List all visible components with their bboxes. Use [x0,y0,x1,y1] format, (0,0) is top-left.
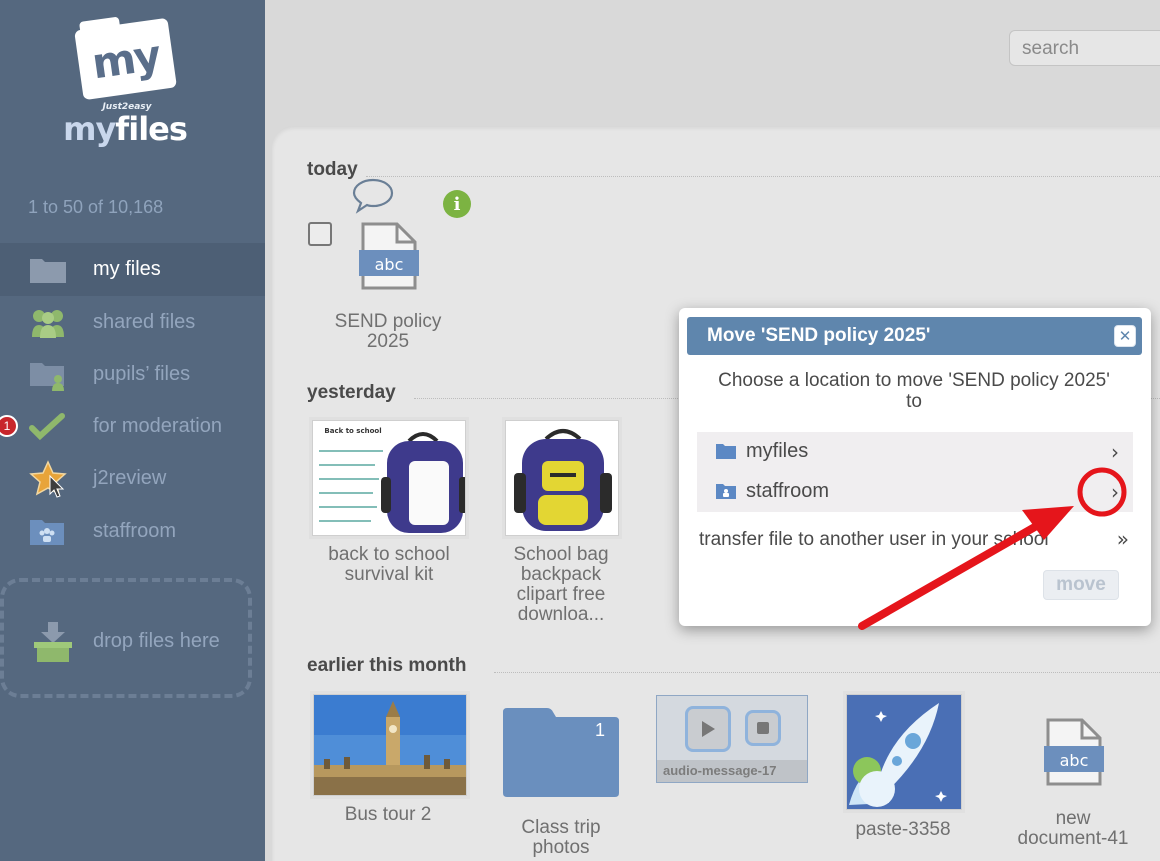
logo-wordmark-files: files [115,110,188,148]
file-select-checkbox[interactable] [308,222,332,246]
file-name[interactable]: Bus tour 2 [312,805,464,825]
section-divider [494,672,1160,673]
section-title-today: today [307,159,358,180]
backpack-icon [319,432,465,533]
file-name-line: photos [532,837,590,858]
star-cursor-icon [28,459,68,498]
drop-label: drop files here [93,630,220,652]
file-name[interactable]: Class trip photos [486,818,636,858]
file-thumbnail[interactable] [313,694,467,796]
section-divider [366,176,1160,177]
file-name-line: SEND policy [334,311,442,332]
file-name[interactable]: new document-41 [998,809,1148,849]
notification-badge: 1 [0,415,18,437]
chevron-right-icon[interactable]: › [1111,480,1119,504]
location-list: myfiles › staffroom › [697,432,1133,512]
file-name[interactable]: paste-3358 [828,820,978,840]
sidebar-item-staffroom[interactable]: staffroom [0,505,265,558]
file-name-line: School bag [513,544,609,565]
sidebar-item-label: j2review [93,467,167,489]
file-thumbnail[interactable] [846,694,962,810]
stop-icon [757,722,769,734]
sidebar-item-my-files[interactable]: my files [0,243,265,296]
sidebar-item-label: staffroom [93,520,176,542]
file-name[interactable]: School bag backpack clipart free downloa… [486,545,636,625]
dialog-message: Choose a location to move 'SEND policy 2… [718,370,1110,412]
document-icon[interactable]: abc [1040,716,1108,792]
location-item-myfiles[interactable]: myfiles › [697,432,1133,472]
file-name[interactable]: back to school survival kit [306,545,472,585]
close-icon: ✕ [1118,327,1132,345]
move-button[interactable]: move [1043,570,1119,600]
audio-tile[interactable]: audio-message-17 [656,695,808,783]
staffroom-folder-icon [28,514,68,550]
section-title-yesterday: yesterday [307,382,396,403]
play-icon [702,721,715,737]
file-name-line: back to school [328,544,450,565]
file-count: 1 to 50 of 10,168 [28,197,164,217]
chevron-right-icon[interactable]: › [1111,440,1119,464]
stop-button[interactable] [745,710,781,746]
staffroom-folder-icon [715,482,737,504]
play-button[interactable] [685,706,731,752]
backpack-icon [514,429,612,531]
users-icon [28,305,68,341]
file-name-line: clipart free [516,584,606,605]
drop-box-icon [30,620,76,668]
audio-filename: audio-message-17 [663,763,777,778]
pupil-folder-icon [28,357,68,393]
document-icon[interactable]: abc [355,220,423,296]
move-dialog: Move 'SEND policy 2025' ✕ Choose a locat… [679,308,1151,626]
audio-filename-bar: audio-message-17 [657,760,807,782]
file-name-line: document-41 [1017,828,1129,849]
sidebar-item-pupils-files[interactable]: pupils’ files [0,348,265,401]
info-icon[interactable]: i [443,190,471,218]
logo-wordmark-my: my [63,110,116,148]
logo-folder-icon: my [73,10,177,101]
logo-my-text: my [88,30,163,88]
location-label: staffroom [746,480,829,502]
sidebar-item-j2review[interactable]: j2review [0,452,265,505]
dialog-title: Move 'SEND policy 2025' [707,325,931,346]
folder-icon [28,252,68,288]
app-logo[interactable]: my Just2easy myfiles [60,12,200,152]
section-title-earlier: earlier this month [307,655,467,676]
doc-icon-text: abc [1060,751,1089,770]
doc-icon-text: abc [375,255,404,274]
search-input[interactable]: search [1009,30,1160,66]
location-item-staffroom[interactable]: staffroom › [697,472,1133,512]
file-thumbnail[interactable]: Back to school [312,420,466,536]
file-name-line: new [1055,808,1091,829]
file-name-line: Class trip [521,817,601,838]
logo-wordmark: myfiles [60,110,190,148]
sidebar-item-label: shared files [93,311,196,333]
drop-zone[interactable]: drop files here [0,578,252,698]
file-name-line: backpack [520,564,602,585]
checkmark-icon [28,409,68,445]
folder-count: 1 [594,720,605,740]
thumb-title: Back to school [324,427,382,435]
sidebar-item-shared-files[interactable]: shared files [0,296,265,349]
file-thumbnail[interactable] [505,420,619,536]
sidebar: my Just2easy myfiles 1 to 50 of 10,168 m… [0,0,265,861]
search-placeholder: search [1022,38,1080,59]
file-name-line: downloa... [517,604,605,625]
sidebar-item-label: my files [93,258,161,280]
file-name-line: survival kit [344,564,434,585]
sidebar-item-label: for moderation [93,415,222,437]
folder-tile[interactable]: 1 [501,706,621,798]
folder-icon [715,442,737,464]
sidebar-item-for-moderation[interactable]: 1 for moderation [0,400,265,453]
sidebar-item-label: pupils’ files [93,363,191,385]
dialog-header: Move 'SEND policy 2025' ✕ [687,317,1142,355]
file-name-line: 2025 [366,331,410,352]
rocket-image [847,695,961,809]
double-chevron-right-icon[interactable]: » [1117,527,1129,551]
photo-big-ben [314,695,466,795]
comment-icon[interactable] [352,178,394,218]
location-label: myfiles [746,440,809,462]
file-name[interactable]: SEND policy 2025 [308,312,468,352]
close-button[interactable]: ✕ [1114,325,1136,347]
transfer-link[interactable]: transfer file to another user in your sc… [699,529,1049,551]
